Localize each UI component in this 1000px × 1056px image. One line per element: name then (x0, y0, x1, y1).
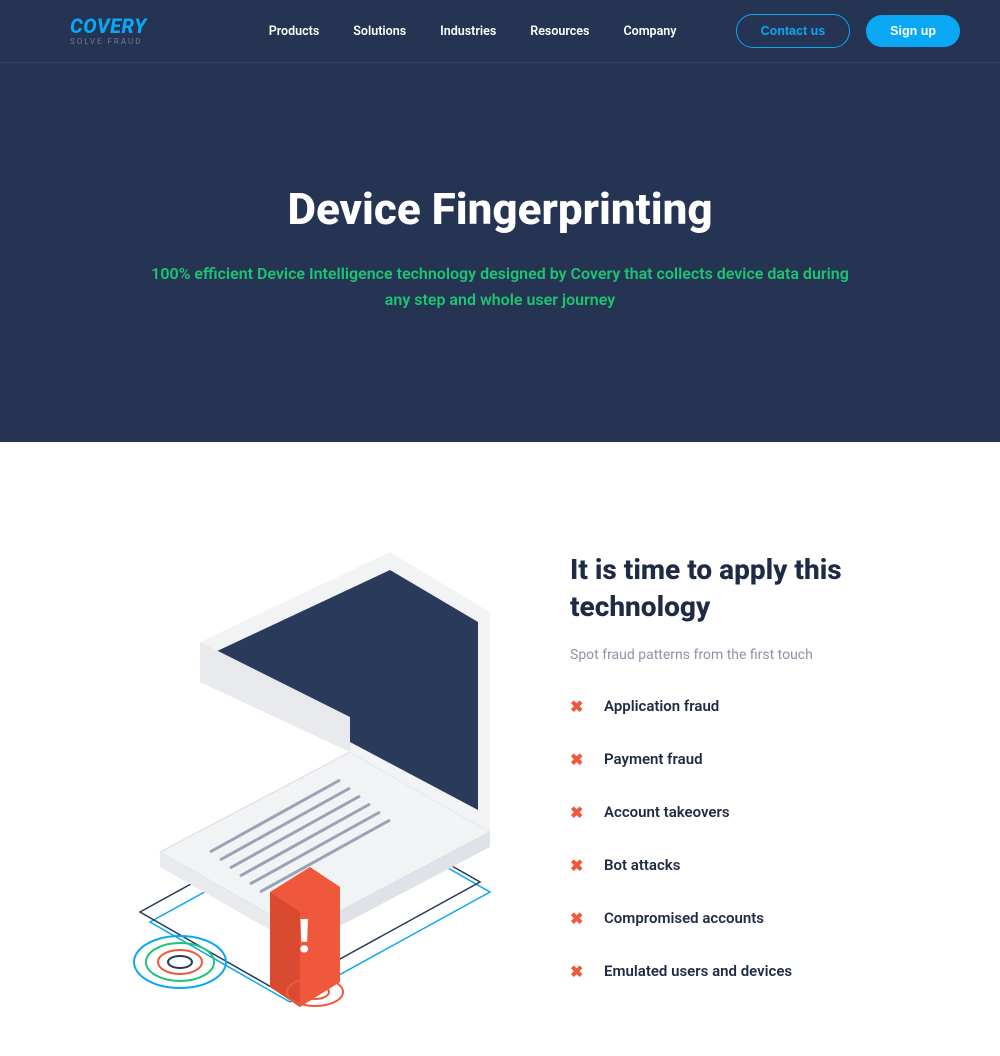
hero-title: Device Fingerprinting (40, 183, 960, 235)
apply-tech-section: ! It is time to apply this technology Sp… (0, 442, 1000, 1056)
fraud-list: ✖ Application fraud ✖ Payment fraud ✖ Ac… (570, 697, 940, 981)
list-item-label: Bot attacks (604, 856, 680, 874)
x-icon: ✖ (570, 750, 586, 769)
signup-button[interactable]: Sign up (866, 15, 960, 47)
hero: Device Fingerprinting 100% efficient Dev… (0, 63, 1000, 442)
list-item-label: Payment fraud (604, 750, 703, 768)
section-heading: It is time to apply this technology (570, 552, 940, 625)
logo-tagline: SOLVE FRAUD (70, 38, 147, 46)
nav-item-industries[interactable]: Industries (440, 24, 496, 39)
x-icon: ✖ (570, 856, 586, 875)
svg-text:!: ! (298, 910, 311, 964)
logo-text: COVERY (70, 16, 147, 36)
list-item: ✖ Compromised accounts (570, 909, 940, 928)
list-item-label: Compromised accounts (604, 909, 764, 927)
main-nav: Products Solutions Industries Resources … (269, 24, 677, 39)
x-icon: ✖ (570, 803, 586, 822)
list-item-label: Emulated users and devices (604, 962, 792, 980)
list-item-label: Application fraud (604, 697, 719, 715)
list-item: ✖ Bot attacks (570, 856, 940, 875)
list-item: ✖ Account takeovers (570, 803, 940, 822)
hero-subtitle: 100% efficient Device Intelligence techn… (150, 261, 850, 312)
contact-button[interactable]: Contact us (736, 14, 851, 48)
nav-item-solutions[interactable]: Solutions (353, 24, 406, 39)
nav-item-company[interactable]: Company (623, 24, 676, 39)
nav-item-resources[interactable]: Resources (530, 24, 589, 39)
x-icon: ✖ (570, 962, 586, 981)
list-item-label: Account takeovers (604, 803, 730, 821)
x-icon: ✖ (570, 909, 586, 928)
logo[interactable]: COVERY SOLVE FRAUD (70, 16, 147, 46)
x-icon: ✖ (570, 697, 586, 716)
site-header: COVERY SOLVE FRAUD Products Solutions In… (0, 0, 1000, 63)
section-subheading: Spot fraud patterns from the first touch (570, 647, 940, 663)
laptop-illustration: ! (90, 552, 510, 1016)
list-item: ✖ Payment fraud (570, 750, 940, 769)
nav-item-products[interactable]: Products (269, 24, 320, 39)
list-item: ✖ Emulated users and devices (570, 962, 940, 981)
list-item: ✖ Application fraud (570, 697, 940, 716)
